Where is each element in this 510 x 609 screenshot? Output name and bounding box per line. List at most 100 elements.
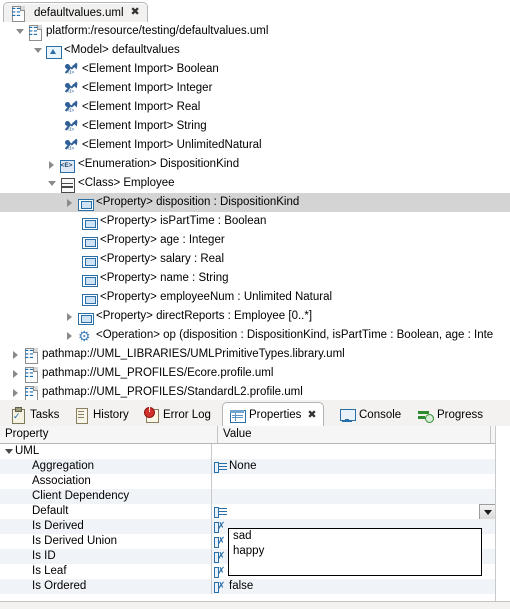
property-row[interactable]: Association [0,474,510,489]
dropdown-option[interactable]: sad [229,529,481,544]
tree-row-label: <Property> salary : Real [100,253,225,265]
chevron-right-icon[interactable] [64,193,77,212]
view-tab-history[interactable]: History [67,403,135,426]
chevron-down-icon[interactable] [46,174,59,193]
chevron-right-icon[interactable] [10,345,23,364]
tree-row[interactable]: <Property> name : String [0,269,510,288]
view-tab-tasks[interactable]: ✓ Tasks [4,403,65,426]
chevron-right-icon[interactable] [10,383,23,400]
eclipse-window: ☷ defaultvalues.uml ✖ ☷ platform:/resourc… [0,0,510,609]
editor-tab-label: defaultvalues.uml [34,6,124,19]
property-name-label: Is Derived Union [32,535,118,547]
editor-tabbar: ☷ defaultvalues.uml ✖ [0,0,510,22]
tree-row[interactable]: <I> <Element Import> UnlimitedNatural [0,136,510,155]
tree-row[interactable]: <I> <Element Import> Integer [0,79,510,98]
close-icon[interactable]: ✖ [307,409,316,421]
tree-row[interactable]: <Model> defaultvalues [0,41,510,60]
view-tab-properties[interactable]: Properties ✖ [222,402,324,428]
tree-row[interactable]: <Property> salary : Real [0,250,510,269]
enum-value-icon [214,506,227,518]
view-tab-console[interactable]: Console [333,403,407,426]
tree-row-label: <Enumeration> DispositionKind [78,158,240,170]
property-value-label: false [229,580,254,592]
column-header-value[interactable]: Value [217,426,490,443]
tree-row-label: <Property> age : Integer [100,234,225,246]
tree-row[interactable]: <Property> directReports : Employee [0..… [0,307,510,326]
tree-row[interactable]: ☷ pathmap://UML_PROFILES/Ecore.profile.um… [0,364,510,383]
property-row[interactable]: Is Ordered ✗ false [0,579,510,594]
property-value-cell[interactable] [212,444,510,459]
property-value-cell[interactable] [212,489,510,504]
tree-row-label: <Element Import> Real [82,101,201,113]
tree-row[interactable]: <Property> disposition : DispositionKind [0,193,510,212]
editor-tab-defaultvalues[interactable]: ☷ defaultvalues.uml ✖ [3,2,148,22]
close-icon[interactable]: ✖ [131,7,140,18]
enumeration-icon: <E> [59,157,75,173]
property-name-cell: Aggregation [0,459,212,474]
property-name-label: Is Leaf [32,565,67,577]
model-tree[interactable]: ☷ platform:/resource/testing/defaultvalue… [0,22,510,400]
tree-row[interactable]: <I> <Element Import> Real [0,98,510,117]
chevron-right-icon[interactable] [64,326,77,345]
chevron-down-icon[interactable] [14,22,27,41]
dropdown-option[interactable] [229,559,481,574]
tree-row-label: <Property> isPartTime : Boolean [100,215,267,227]
property-value-cell[interactable] [212,504,510,521]
history-icon [73,407,89,424]
tree-row-label: <Property> name : String [100,272,229,284]
view-tab-progress[interactable]: Progress [411,403,489,426]
tree-row[interactable]: ☷ pathmap://UML_PROFILES/StandardL2.profi… [0,383,510,400]
property-value-cell[interactable]: None [212,459,510,474]
chevron-down-icon[interactable] [5,449,13,454]
uml-file-icon: ☷ [27,24,43,41]
chevron-right-icon[interactable] [64,307,77,326]
default-value-dropdown-list[interactable]: sad happy [228,528,482,576]
tree-row[interactable]: <I> <Element Import> String [0,117,510,136]
dropdown-option[interactable]: happy [229,544,481,559]
properties-scrollbar[interactable] [495,426,510,609]
property-row[interactable]: Default [0,504,510,521]
window-bottom-edge [0,601,510,609]
column-header-property[interactable]: Property [0,426,217,443]
property-value-cell[interactable]: ✗false [212,579,510,594]
property-row[interactable]: Aggregation None [0,459,510,474]
tree-row[interactable]: <Property> isPartTime : Boolean [0,212,510,231]
tree-row[interactable]: <Class> Employee [0,174,510,193]
chevron-right-icon[interactable] [10,364,23,383]
chevron-down-icon[interactable] [32,41,45,60]
tree-row[interactable]: <Property> age : Integer [0,231,510,250]
console-icon [339,407,356,423]
chevron-right-icon[interactable] [46,155,59,174]
property-row[interactable]: UML [0,444,510,459]
tree-row[interactable]: ☷ pathmap://UML_LIBRARIES/UMLPrimitiveTyp… [0,345,510,364]
tree-row[interactable]: <Property> employeeNum : Unlimited Natur… [0,288,510,307]
property-name-cell: Client Dependency [0,489,212,504]
view-tab-error-log[interactable]: Error Log [137,403,217,426]
tree-row[interactable]: <E> <Enumeration> DispositionKind [0,155,510,174]
tree-row[interactable]: ⚙ <Operation> op (disposition : Dispositi… [0,326,510,345]
property-name-label: Is Ordered [32,580,87,592]
tree-row[interactable]: ☷ platform:/resource/testing/defaultvalue… [0,22,510,41]
tree-row[interactable]: <I> <Element Import> Boolean [0,60,510,79]
property-value-cell[interactable] [212,474,510,489]
model-icon [45,43,62,59]
property-row[interactable]: Client Dependency [0,489,510,504]
properties-icon [229,407,246,423]
boolean-value-icon: ✗ [214,521,227,533]
tasks-icon: ✓ [10,407,26,424]
property-name-label: Is ID [32,550,56,562]
